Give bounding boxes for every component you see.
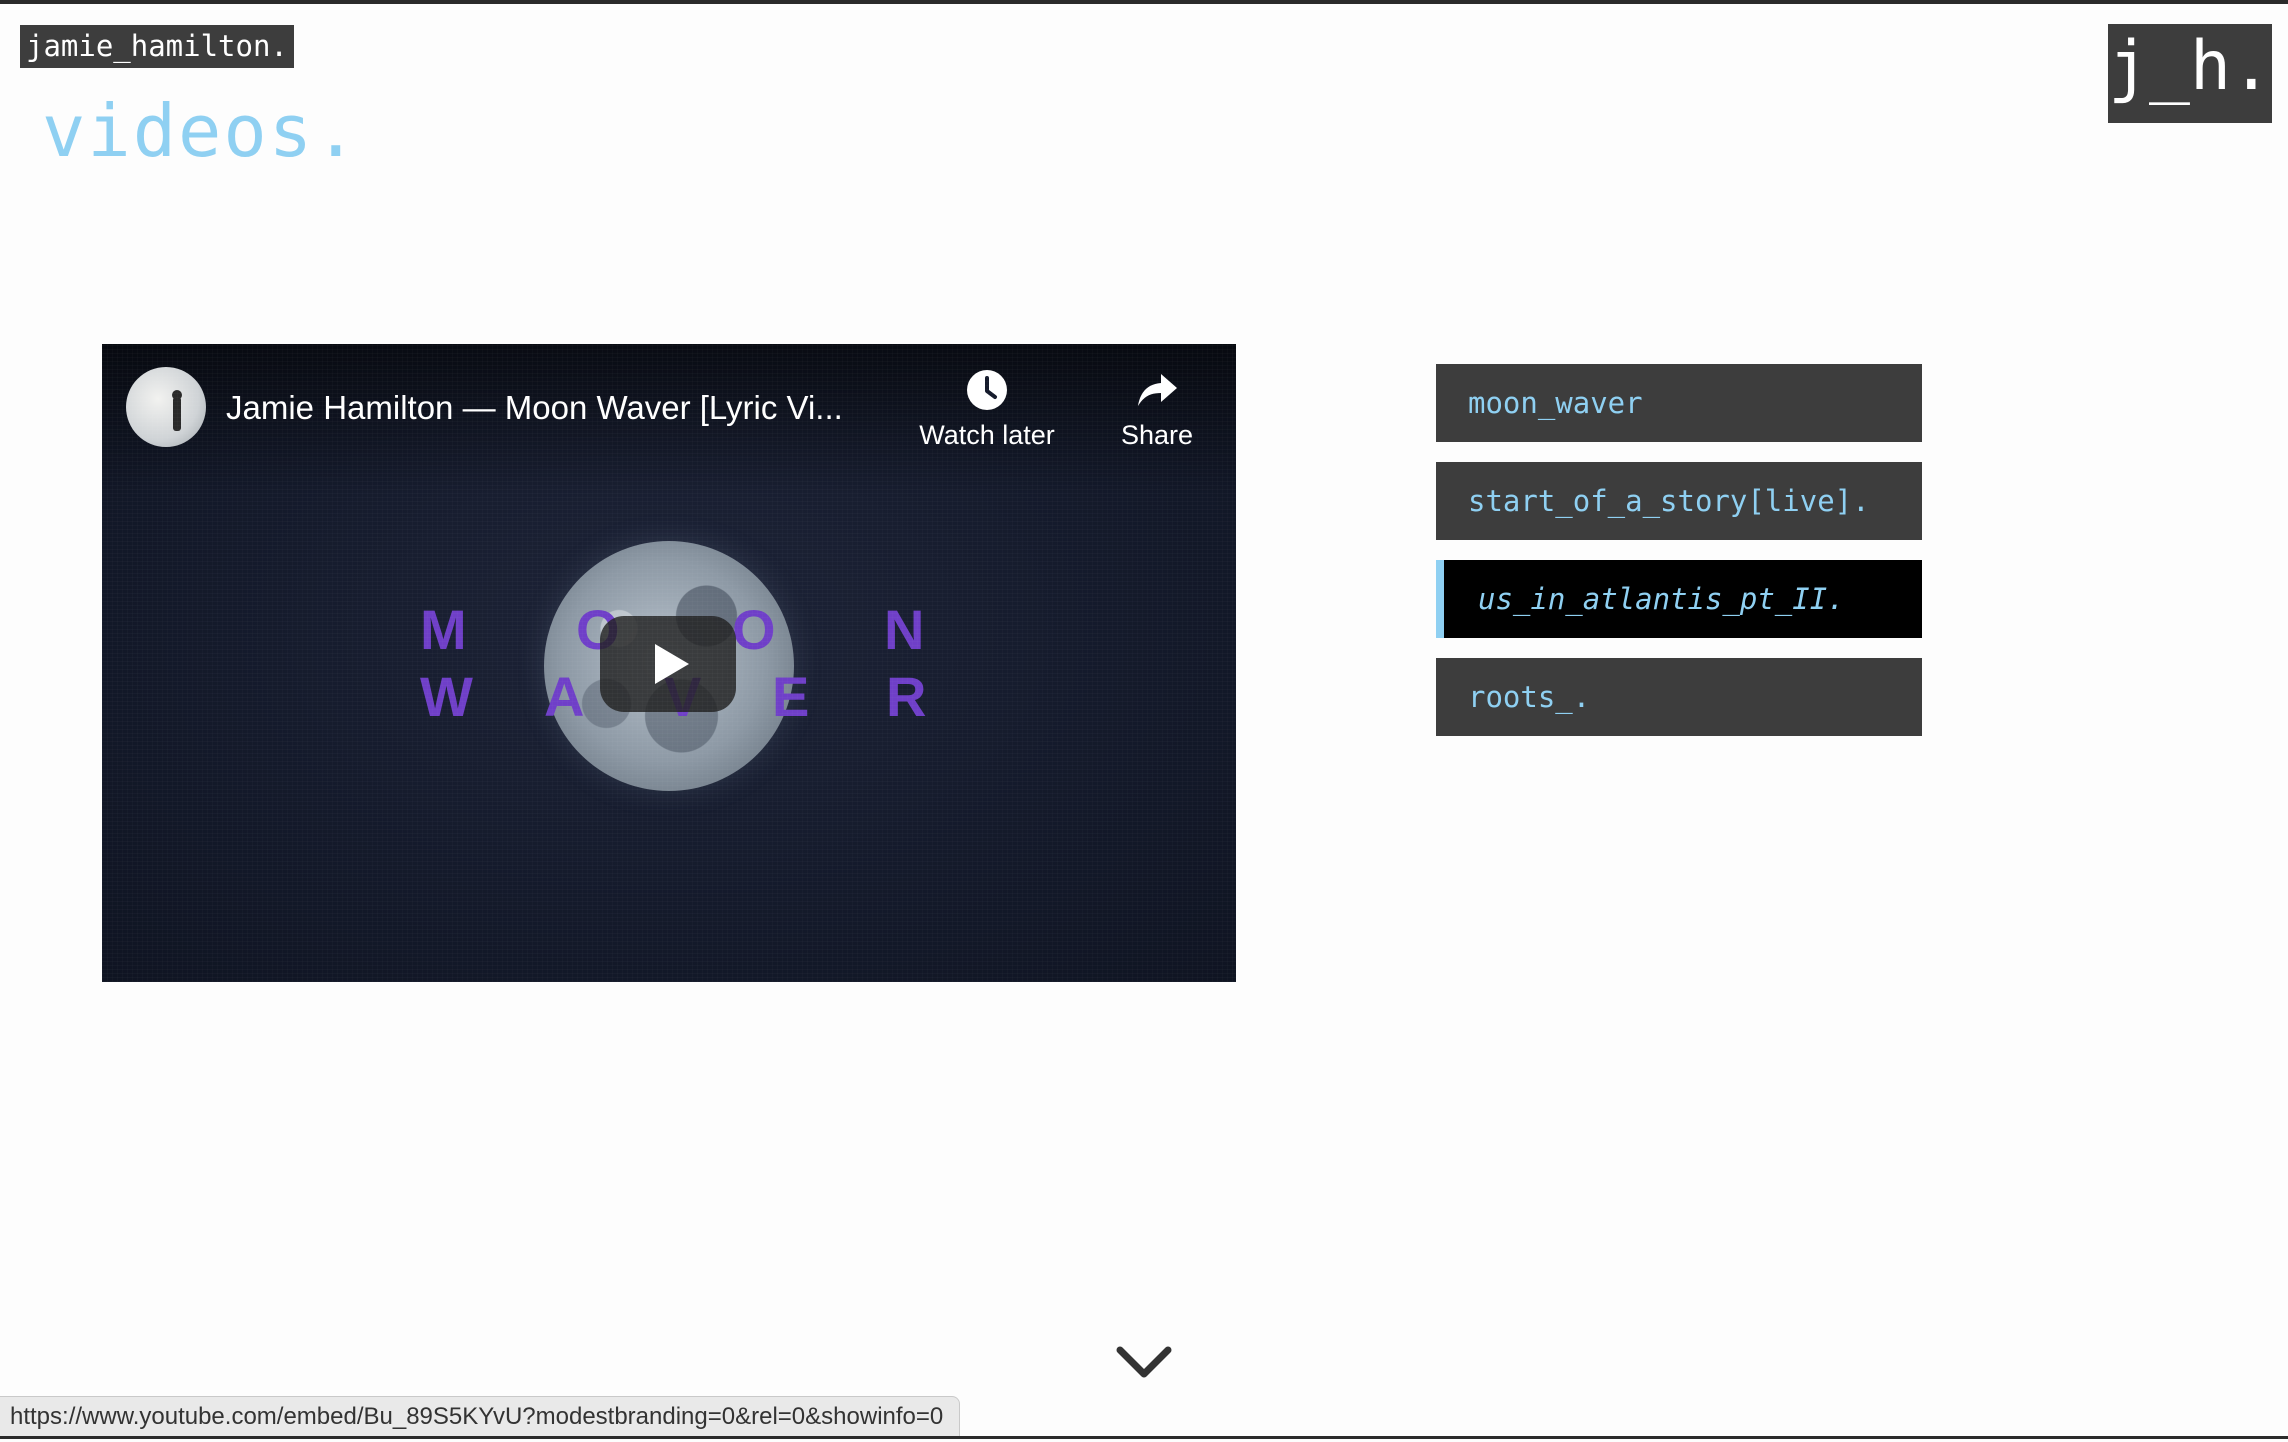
- chevron-down-icon[interactable]: [1114, 1342, 1174, 1382]
- youtube-video-player[interactable]: Jamie Hamilton — Moon Waver [Lyric Vi...…: [102, 344, 1236, 982]
- video-list-item-roots[interactable]: roots_.: [1436, 658, 1922, 736]
- video-list-item-start-of-a-story[interactable]: start_of_a_story[live].: [1436, 462, 1922, 540]
- bottom-border: [0, 1436, 2288, 1439]
- video-list-item-moon-waver[interactable]: moon_waver: [1436, 364, 1922, 442]
- avatar-figure: [173, 397, 181, 431]
- share-button[interactable]: Share: [1102, 368, 1212, 451]
- play-button[interactable]: [600, 616, 736, 712]
- share-arrow-icon: [1138, 374, 1177, 406]
- site-name-link[interactable]: jamie_hamilton.: [20, 25, 294, 68]
- clock-icon: [967, 370, 1007, 410]
- lyric-letter: N: [884, 598, 925, 661]
- share-label: Share: [1120, 420, 1194, 450]
- lyric-letter: R: [886, 665, 927, 728]
- watch-later-label: Watch later: [919, 420, 1055, 450]
- lyric-letter: A: [544, 665, 585, 728]
- link-status-bar: https://www.youtube.com/embed/Bu_89S5KYv…: [0, 1396, 961, 1438]
- lyric-letter: O: [732, 598, 776, 661]
- lyric-letter: W: [420, 665, 473, 728]
- play-icon: [655, 644, 689, 684]
- lyric-letter: M: [420, 598, 467, 661]
- watch-later-button[interactable]: Watch later: [910, 368, 1064, 451]
- channel-avatar[interactable]: [126, 367, 206, 447]
- page-title: videos.: [42, 89, 360, 173]
- lyric-letter: E: [772, 665, 810, 728]
- video-title[interactable]: Jamie Hamilton — Moon Waver [Lyric Vi...: [226, 388, 886, 428]
- video-list-item-us-in-atlantis[interactable]: us_in_atlantis_pt_II.: [1436, 560, 1922, 638]
- top-border: [0, 0, 2288, 4]
- site-logo[interactable]: j_h.: [2108, 24, 2272, 123]
